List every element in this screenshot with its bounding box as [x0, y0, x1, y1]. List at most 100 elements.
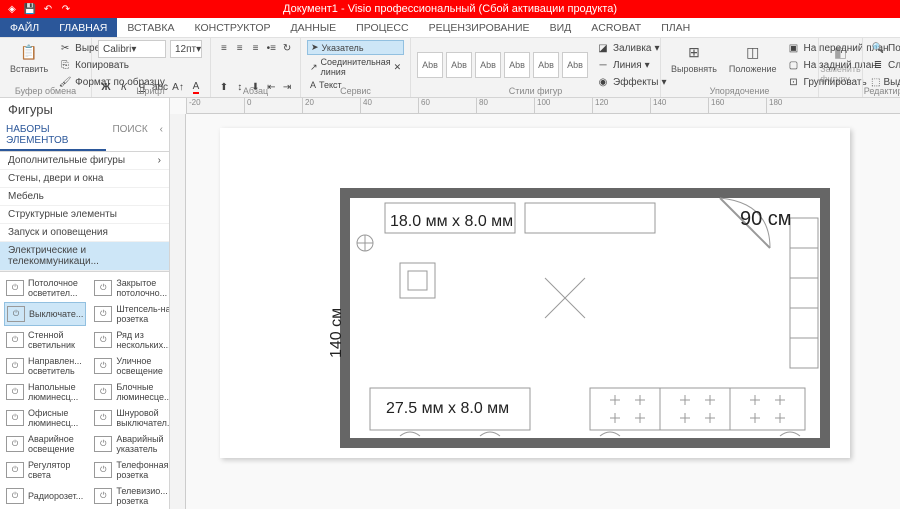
shape-item-icon: ⏻: [6, 358, 24, 374]
tab-acrobat[interactable]: ACROBAT: [581, 18, 651, 37]
fill-button[interactable]: ◪Заливка ▾: [594, 40, 669, 56]
pointer-icon: ➤: [311, 42, 319, 53]
shape-item-icon: ⏻: [6, 384, 24, 400]
furniture-cabinet[interactable]: [525, 203, 655, 233]
shape-item[interactable]: ⏻Телевизио... розетка: [92, 484, 169, 508]
shape-item-label: Закрытое потолочно...: [116, 278, 169, 298]
tab-insert[interactable]: ВСТАВКА: [117, 18, 184, 37]
shape-item-icon: ⏻: [6, 436, 24, 452]
shape-item-label: Шнуровой выключател...: [116, 408, 169, 428]
fill-icon: ◪: [596, 41, 610, 55]
category-item[interactable]: Мебель: [0, 188, 169, 206]
tab-process[interactable]: ПРОЦЕСС: [346, 18, 418, 37]
shape-item[interactable]: ⏻Направлен... осветитель: [4, 354, 86, 378]
shape-item[interactable]: ⏻Офисные люминесц...: [4, 406, 86, 430]
rotate-button[interactable]: ↻: [280, 40, 294, 56]
shape-item[interactable]: ⏻Уличное освещение: [92, 354, 169, 378]
para-group-label: Абзац: [211, 86, 300, 96]
shape-item-label: Штепсель-ная розетка: [116, 304, 169, 324]
line-icon: ─: [596, 58, 610, 72]
tab-design[interactable]: КОНСТРУКТОР: [184, 18, 280, 37]
shape-item-label: Направлен... осветитель: [28, 356, 84, 376]
shape-item[interactable]: ⏻Регулятор света: [4, 458, 86, 482]
align-left-button[interactable]: ≡: [217, 40, 231, 56]
ribbon-tabs: ФАЙЛ ГЛАВНАЯ ВСТАВКА КОНСТРУКТОР ДАННЫЕ …: [0, 18, 900, 38]
paste-button[interactable]: 📋 Вставить: [6, 40, 52, 90]
shape-item-label: Аварийный указатель: [116, 434, 169, 454]
shape-styles-gallery[interactable]: Аbв Аbв Аbв Аbв Аbв Аbв: [417, 52, 588, 78]
tab-home[interactable]: ГЛАВНАЯ: [49, 18, 117, 37]
furniture-sofa-large[interactable]: [590, 388, 805, 430]
redo-icon[interactable]: ↷: [58, 1, 74, 17]
shapes-pane: Фигуры НАБОРЫ ЭЛЕМЕНТОВ ПОИСК ‹ Дополнит…: [0, 98, 170, 509]
shape-item-label: Регулятор света: [28, 460, 84, 480]
shape-item-icon: ⏻: [6, 280, 24, 296]
shape-item[interactable]: ⏻Выключате...: [4, 302, 86, 326]
category-item[interactable]: Структурные элементы: [0, 206, 169, 224]
shape-item[interactable]: ⏻Потолочное осветител...: [4, 276, 86, 300]
shape-item-label: Телевизио... розетка: [116, 486, 169, 506]
shape-item-icon: ⏻: [6, 488, 24, 504]
shape-item-label: Напольные люминесц...: [28, 382, 84, 402]
pointer-tool[interactable]: ➤Указатель: [307, 40, 404, 55]
shapes-tab-sets[interactable]: НАБОРЫ ЭЛЕМЕНТОВ: [0, 121, 106, 151]
style-option[interactable]: Аbв: [504, 52, 530, 78]
shape-item-icon: ⏻: [7, 306, 25, 322]
shape-item-icon: ⏻: [6, 410, 24, 426]
connector-tool[interactable]: ↗Соединительная линия ✕: [307, 56, 404, 78]
style-option[interactable]: Аbв: [562, 52, 588, 78]
shape-item[interactable]: ⏻Напольные люминесц...: [4, 380, 86, 404]
align-center-button[interactable]: ≡: [233, 40, 247, 56]
style-option[interactable]: Аbв: [533, 52, 559, 78]
category-item[interactable]: Дополнительные фигуры›: [0, 152, 169, 170]
shape-item[interactable]: ⏻Аварийный указатель: [92, 432, 169, 456]
shape-item[interactable]: ⏻Штепсель-ная розетка: [92, 302, 169, 326]
line-button[interactable]: ─Линия ▾: [594, 57, 669, 73]
tab-data[interactable]: ДАННЫЕ: [281, 18, 347, 37]
styles-group-label: Стили фигур: [411, 86, 660, 96]
font-size-select[interactable]: 12пт ▾: [170, 40, 202, 58]
undo-icon[interactable]: ↶: [40, 1, 56, 17]
shape-item[interactable]: ⏻Аварийное освещение: [4, 432, 86, 456]
bullets-button[interactable]: •≡: [264, 40, 278, 56]
tab-view[interactable]: ВИД: [540, 18, 582, 37]
shapes-tab-search[interactable]: ПОИСК: [106, 121, 153, 151]
font-name-select[interactable]: Calibri ▾: [98, 40, 166, 58]
position-button[interactable]: ◫Положение: [725, 40, 781, 90]
tab-review[interactable]: РЕЦЕНЗИРОВАНИЕ: [419, 18, 540, 37]
ruler-horizontal: -20020406080100120140160180: [186, 98, 900, 114]
category-item[interactable]: Запуск и оповещения: [0, 224, 169, 242]
category-item[interactable]: Стены, двери и окна: [0, 170, 169, 188]
shape-item[interactable]: ⏻Блочные люминесце...: [92, 380, 169, 404]
align-button[interactable]: ⊞Выровнять: [667, 40, 721, 90]
category-item-selected[interactable]: Электрические и телекоммуникаци...: [0, 242, 169, 271]
title-bar: ◈ 💾 ↶ ↷ Документ1 - Visio профессиональн…: [0, 0, 900, 18]
align-right-button[interactable]: ≡: [249, 40, 263, 56]
shape-grid: ⏻Потолочное осветител...⏻Закрытое потоло…: [0, 272, 169, 509]
shapes-title: Фигуры: [0, 98, 169, 121]
style-option[interactable]: Аbв: [446, 52, 472, 78]
furniture-shelf[interactable]: [790, 218, 818, 368]
shape-item-label: Телефонная розетка: [116, 460, 169, 480]
shape-item[interactable]: ⏻Ряд из нескольких...: [92, 328, 169, 352]
shape-item[interactable]: ⏻Закрытое потолочно...: [92, 276, 169, 300]
dimension-label: 90 см: [740, 208, 792, 231]
style-option[interactable]: Аbв: [417, 52, 443, 78]
tab-file[interactable]: ФАЙЛ: [0, 18, 49, 37]
save-icon[interactable]: 💾: [22, 1, 38, 17]
layers-button[interactable]: ≣Слои ▾: [869, 57, 900, 73]
tab-plan[interactable]: ПЛАН: [651, 18, 700, 37]
style-option[interactable]: Аbв: [475, 52, 501, 78]
shape-item[interactable]: ⏻Стенной светильник: [4, 328, 86, 352]
furniture-table[interactable]: [400, 263, 435, 298]
find-button[interactable]: 🔍Поиск ▾: [869, 40, 900, 56]
ruler-mark: 0: [244, 98, 302, 113]
shapes-collapse-icon[interactable]: ‹: [154, 121, 169, 151]
canvas-area[interactable]: -20020406080100120140160180: [170, 98, 900, 509]
shape-item[interactable]: ⏻Телефонная розетка: [92, 458, 169, 482]
shape-item-label: Офисные люминесц...: [28, 408, 84, 428]
ruler-mark: 100: [534, 98, 592, 113]
dimension-label: 27.5 мм x 8.0 мм: [386, 400, 509, 418]
shape-item[interactable]: ⏻Шнуровой выключател...: [92, 406, 169, 430]
shape-item[interactable]: ⏻Радиорозет...: [4, 484, 86, 508]
